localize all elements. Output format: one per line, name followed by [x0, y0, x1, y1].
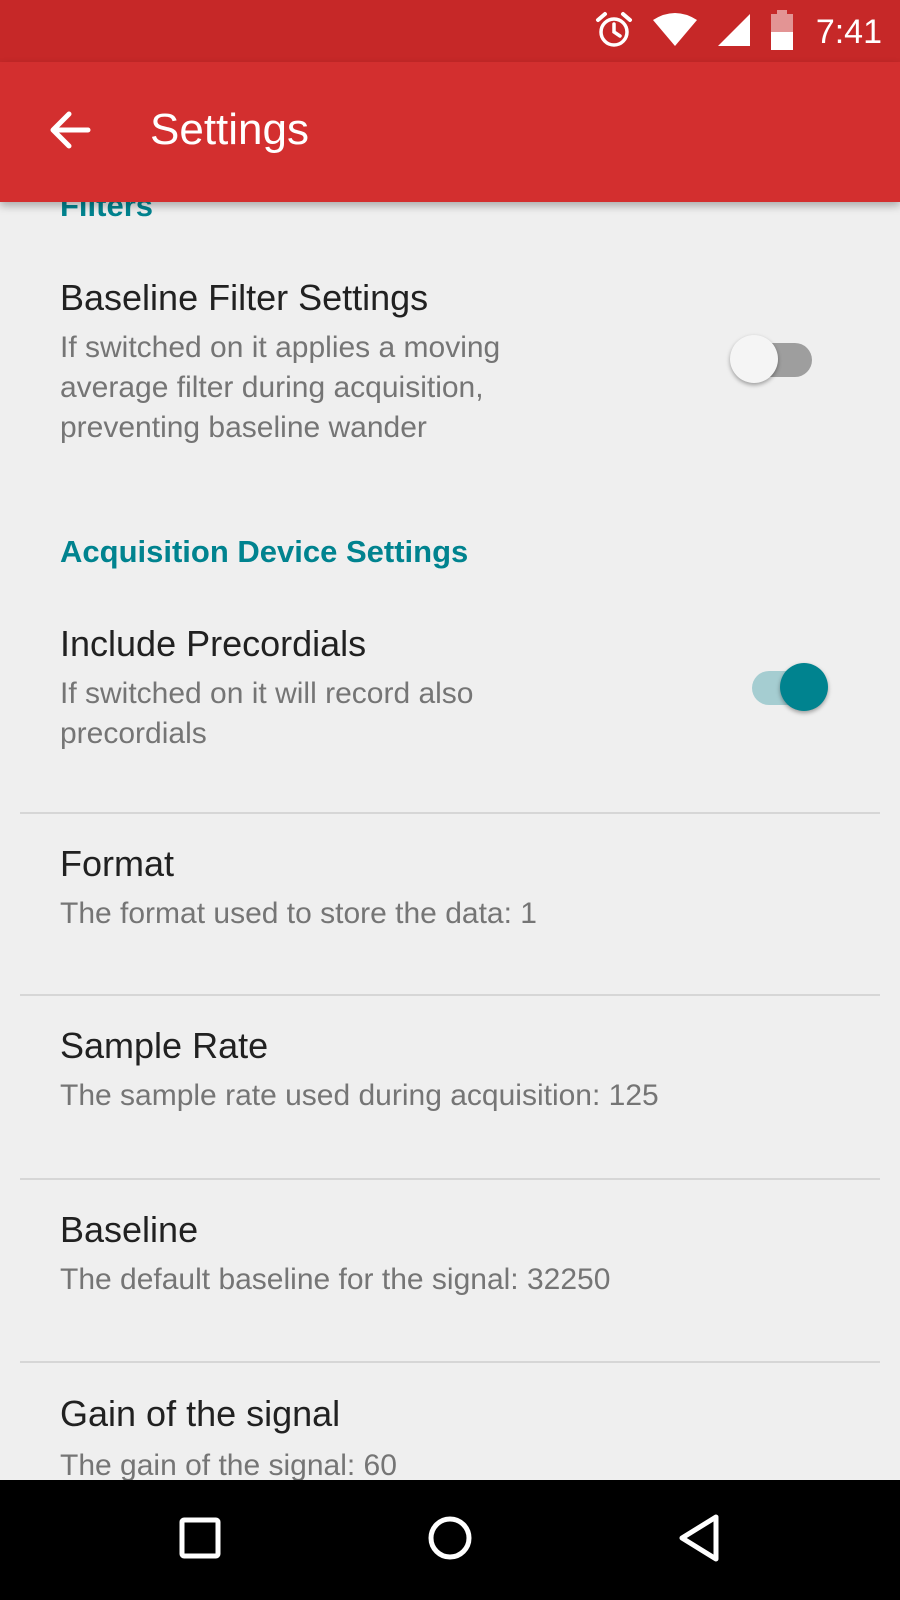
- alarm-icon: [594, 10, 634, 55]
- status-time: 7:41: [815, 12, 882, 51]
- back-triangle-icon: [676, 1513, 724, 1568]
- section-header-filters: Filters: [60, 202, 154, 223]
- pref-summary-line: If switched on it applies a moving: [60, 331, 501, 364]
- section-header-acquisition: Acquisition Device Settings: [60, 534, 469, 569]
- wifi-icon: [652, 12, 698, 53]
- recents-square-icon: [178, 1516, 222, 1565]
- pref-summary: The format used to store the data: 1: [60, 897, 537, 930]
- pref-title: Include Precordials: [60, 623, 367, 664]
- home-button[interactable]: [416, 1506, 484, 1574]
- recents-button[interactable]: [166, 1506, 234, 1574]
- pref-summary-line: precordials: [60, 717, 207, 750]
- pref-summary-line: average filter during acquisition,: [60, 371, 484, 404]
- pref-summary: The default baseline for the signal: 322…: [60, 1263, 611, 1296]
- page-title: Settings: [150, 105, 309, 154]
- pref-summary: The gain of the signal: 60: [60, 1449, 397, 1480]
- divider: [20, 812, 880, 814]
- pref-title: Format: [60, 843, 175, 884]
- pref-title: Sample Rate: [60, 1025, 269, 1066]
- pref-title: Gain of the signal: [60, 1393, 341, 1434]
- arrow-back-icon: [48, 108, 92, 157]
- nav-back-button[interactable]: [666, 1506, 734, 1574]
- divider: [20, 994, 880, 996]
- home-circle-icon: [426, 1514, 474, 1567]
- pref-summary-line: preventing baseline wander: [60, 411, 427, 444]
- include-precordials-switch[interactable]: [738, 662, 828, 712]
- back-button[interactable]: [36, 98, 104, 166]
- app-bar: Settings: [0, 62, 900, 202]
- battery-icon: [770, 9, 794, 55]
- settings-list[interactable]: Filters Baseline Filter Settings If swit…: [0, 202, 900, 1480]
- pref-title: Baseline: [60, 1209, 199, 1250]
- status-icons: 7:41: [576, 9, 882, 55]
- baseline-filter-switch[interactable]: [730, 334, 820, 384]
- cell-signal-icon: [716, 12, 752, 53]
- pref-title: Baseline Filter Settings: [60, 277, 429, 318]
- status-bar: 7:41: [0, 0, 900, 62]
- navigation-bar: [0, 1480, 900, 1600]
- pref-summary-line: If switched on it will record also: [60, 677, 474, 710]
- switch-thumb: [730, 335, 778, 383]
- divider: [20, 1361, 880, 1363]
- divider: [20, 1178, 880, 1180]
- switch-thumb: [780, 663, 828, 711]
- pref-summary: The sample rate used during acquisition:…: [60, 1079, 659, 1112]
